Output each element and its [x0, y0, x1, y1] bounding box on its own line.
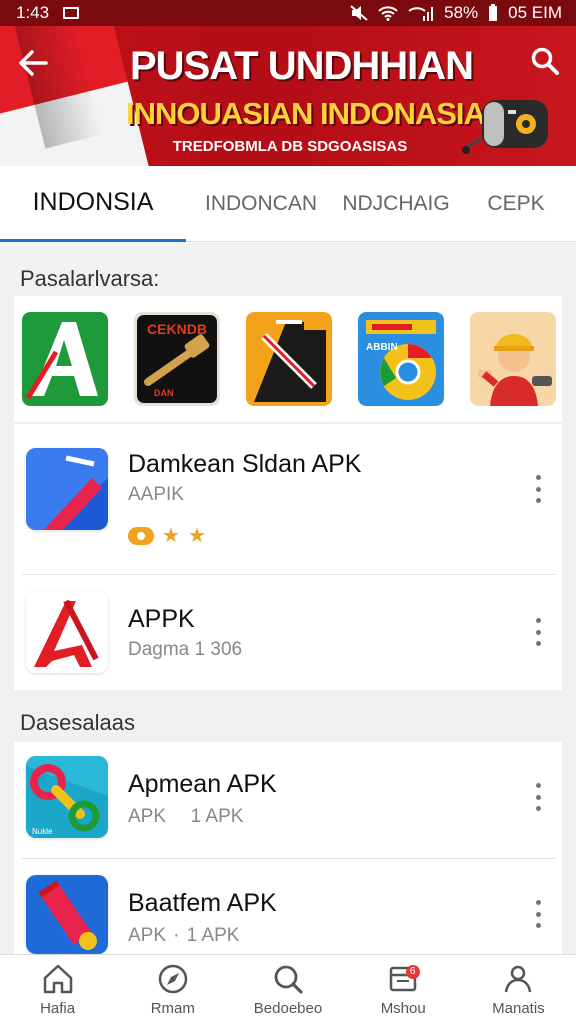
nav-search[interactable]: Bedoebeo — [230, 955, 345, 1024]
search-icon — [274, 965, 303, 994]
battery-percent: 58% — [444, 3, 479, 22]
app-meta-type: APK — [128, 806, 167, 827]
mute-icon — [350, 5, 368, 21]
app-rating: ★ ★ — [128, 526, 206, 546]
red-a-icon — [26, 591, 108, 673]
app-meta: AAPIK — [128, 484, 184, 505]
nav-label: Manatis — [492, 1000, 545, 1017]
green-a-logo-icon[interactable] — [22, 312, 108, 406]
section-title: Dasesalaas — [20, 710, 135, 735]
promo-banner[interactable]: PUSAT UNDHHIAN INNOUASIAN INDONASIA TRED… — [0, 26, 576, 166]
app-name: Apmean APK — [128, 770, 277, 798]
nav-label: Bedoebeo — [253, 1000, 323, 1017]
app-meta-size: 1 APK — [190, 806, 244, 827]
black-hammer-game-icon[interactable]: CEKNDB DAN — [134, 312, 220, 406]
rating-pill-icon — [128, 527, 154, 545]
list-item[interactable]: Nukle Apmean APK APK 1 APK — [14, 742, 562, 859]
blue-chrome-like-icon[interactable]: ABBIN — [358, 312, 444, 406]
banner-title: PUSAT UNDHHIAN — [130, 44, 474, 88]
app-list-2: Nukle Apmean APK APK 1 APK Baatfem APK A… — [14, 742, 562, 954]
nav-label: Hafia — [40, 1000, 76, 1017]
app-meta: APK · 1 APK — [128, 925, 240, 946]
tab-indonsia[interactable]: INDONSIA — [0, 166, 186, 242]
nav-inbox[interactable]: 6 Mshou — [346, 955, 461, 1024]
red-blue-wing-icon — [26, 448, 108, 530]
list-item[interactable]: APPK Dagma 1 306 — [14, 575, 562, 690]
colorful-wrench-icon: Nukle — [26, 756, 108, 838]
app-name: Damkean Sldan APK — [128, 450, 362, 478]
more-options-icon[interactable] — [528, 615, 548, 649]
tab-indoncan[interactable]: INDONCAN — [186, 166, 336, 242]
svg-text:Nukle: Nukle — [32, 827, 53, 836]
signal-icon — [408, 7, 434, 21]
compass-icon — [158, 964, 188, 994]
app-meta: APK 1 APK — [128, 806, 243, 828]
back-arrow-icon[interactable] — [16, 48, 50, 78]
orange-black-app-icon[interactable] — [246, 312, 332, 406]
app-name: Baatfem APK — [128, 889, 277, 917]
more-options-icon[interactable] — [528, 897, 548, 931]
device-graphic-icon — [462, 100, 548, 154]
mail-notification-icon — [63, 7, 80, 19]
tab-ndjchaig[interactable]: NDJCHAIG — [336, 166, 456, 242]
status-bar: 1:43 58% 05 EIM — [0, 0, 576, 26]
banner-tagline: TREDFOBMLA DB SDGOASISAS — [172, 138, 408, 155]
battery-icon — [489, 4, 498, 21]
worker-character-icon[interactable] — [470, 312, 556, 406]
nav-profile[interactable]: Manatis — [461, 955, 576, 1024]
app-meta-type: APK — [128, 925, 167, 946]
status-time: 1:43 — [16, 3, 50, 22]
app-meta-size: 1 APK — [186, 925, 240, 946]
featured-game-title: CEKNDB — [147, 321, 207, 337]
notification-badge: 6 — [405, 965, 420, 979]
person-icon — [505, 965, 532, 993]
home-icon — [43, 964, 72, 994]
featured-app-strip: CEKNDB DAN ABBIN — [14, 296, 562, 422]
more-options-icon[interactable] — [528, 472, 548, 506]
featured-section-title: Pasalarlvarsa: — [20, 266, 160, 291]
more-options-icon[interactable] — [528, 780, 548, 814]
red-pencil-icon — [26, 875, 108, 954]
wifi-icon — [378, 6, 398, 21]
app-meta: Dagma 1 306 — [128, 639, 243, 660]
category-tabs: INDONSIA INDONCAN NDJCHAIG CEPK — [0, 166, 576, 242]
list-item[interactable]: Damkean Sldan APK AAPIK ★ ★ — [14, 424, 562, 575]
banner-subtitle: INNOUASIAN INDONASIA — [126, 96, 486, 131]
app-list-1: Damkean Sldan APK AAPIK ★ ★ APPK Dagma 1… — [14, 424, 562, 690]
status-clock-right: 05 EIM — [508, 3, 562, 22]
star-icon: ★ — [162, 525, 180, 547]
star-icon: ★ — [187, 525, 206, 547]
bottom-navigation: Hafia Rmam Bedoebeo 6 Mshou Manatis — [0, 954, 576, 1024]
nav-label: Rmam — [150, 1000, 195, 1017]
nav-label: Mshou — [380, 1000, 426, 1017]
nav-explore[interactable]: Rmam — [115, 955, 230, 1024]
featured-app-label: ABBIN — [366, 342, 398, 353]
tab-cepk[interactable]: CEPK — [456, 166, 576, 242]
nav-home[interactable]: Hafia — [0, 955, 115, 1024]
list-item[interactable]: Baatfem APK APK · 1 APK — [14, 859, 562, 954]
search-icon[interactable] — [530, 46, 560, 76]
app-name: APPK — [128, 605, 195, 633]
featured-game-subtitle: DAN — [154, 388, 174, 398]
